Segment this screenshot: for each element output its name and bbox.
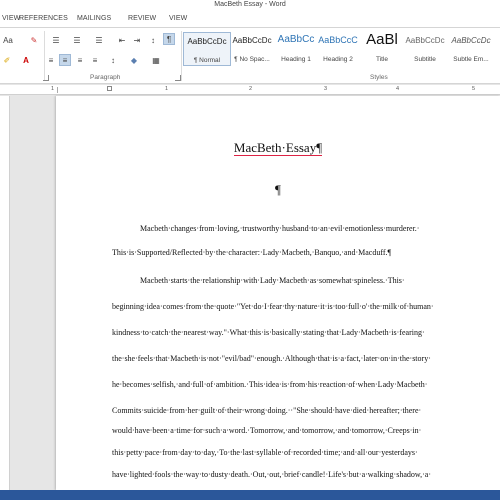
style-sample: AaBl [366, 31, 398, 48]
document-title[interactable]: MacBeth·Essay¶ [56, 140, 500, 156]
paragraph-line: kindness·to·catch·the·nearest·way."·What… [112, 328, 425, 337]
align-left-icon[interactable]: ≡ [45, 54, 57, 66]
style-sample: AaBbCcC [318, 35, 358, 45]
style-subtitle[interactable]: AaBbCcDc Subtitle [401, 32, 449, 66]
paragraph-line: the·she·feels·that·Macbeth·is·not·"evil/… [112, 354, 431, 363]
show-formatting-marks-icon[interactable]: ¶ [163, 33, 175, 45]
vertical-ruler[interactable] [0, 96, 10, 490]
tab-view-left[interactable]: VIEW [2, 14, 20, 24]
ruler-track [57, 87, 500, 93]
tab-references[interactable]: REFERENCES [19, 14, 68, 24]
style-heading-1[interactable]: AaBbCc Heading 1 [272, 32, 320, 66]
paragraph-line: This·is·Supported/Reflected·by·the·chara… [112, 248, 392, 257]
style-name: Subtle Em... [453, 56, 489, 63]
clear-formatting-icon[interactable]: ✎ [28, 34, 40, 46]
highlight-color-icon[interactable]: ✐ [1, 54, 13, 66]
ruler-number: 5 [472, 86, 476, 92]
increase-indent-icon[interactable]: ⇥ [131, 34, 143, 46]
empty-paragraph-mark: ¶ [275, 182, 281, 197]
status-bar [0, 490, 500, 500]
paragraph-line: beginning·idea·comes·from·the·quote·"Yet… [112, 302, 434, 311]
ruler-number: 3 [324, 86, 328, 92]
styles-group-label: Styles [370, 74, 388, 81]
style-name: Subtitle [414, 56, 436, 63]
style-sample: AaBbCcDc [451, 36, 491, 45]
paragraph-line: have·lighted·fools·the·way·to·dusty·deat… [112, 470, 432, 479]
numbering-icon[interactable]: ☰ [71, 34, 83, 46]
paragraph-line: this·petty·pace·from·day·to·day,·To·the·… [112, 448, 418, 457]
tab-review[interactable]: REVIEW [128, 14, 156, 24]
paragraph-line: would·have·been·a·time·for·such·a·word.·… [112, 426, 422, 435]
decrease-indent-icon[interactable]: ⇤ [116, 34, 128, 46]
document-title-text: MacBeth·Essay¶ [233, 140, 323, 156]
document-page[interactable]: MacBeth·Essay¶ ¶ Macbeth·changes·from·lo… [56, 96, 500, 490]
style-name: ¶ No Spac... [234, 56, 270, 63]
style-sample: AaBbCcDc [405, 36, 445, 45]
style-no-spacing[interactable]: AaBbCcDc ¶ No Spac... [228, 32, 276, 66]
change-case-button[interactable]: Aa [1, 34, 15, 46]
ruler-number: 1 [51, 86, 55, 92]
paragraph-line: Macbeth·starts·the·relationship·with·Lad… [140, 276, 405, 285]
separator [181, 31, 182, 81]
paragraph-line: Commits·suicide·from·her·guilt·of·their·… [112, 406, 422, 415]
font-dialog-launcher-icon[interactable] [43, 75, 49, 81]
align-center-icon[interactable]: ≡ [59, 54, 71, 66]
paragraph-line: he·becomes·selfish,·and·full·of·ambition… [112, 380, 428, 389]
tab-mailings[interactable]: MAILINGS [77, 14, 111, 24]
tab-view[interactable]: VIEW [169, 14, 187, 24]
shading-icon[interactable]: ◆ [128, 54, 140, 66]
style-name: Title [375, 56, 389, 63]
borders-icon[interactable]: ▦ [150, 54, 162, 66]
style-heading-2[interactable]: AaBbCcC Heading 2 [314, 32, 362, 66]
bullets-icon[interactable]: ☰ [50, 34, 62, 46]
ribbon: Aa ✎ ✐ A ☰ ☰ ☰ ⇤ ⇥ ↕ ¶ ≡ ≡ ≡ ≡ ↕ ◆ ▦ Par… [0, 27, 500, 84]
paragraph-group-label: Paragraph [90, 74, 121, 81]
style-sample: AaBbCcDc [187, 37, 227, 46]
font-color-icon[interactable]: A [20, 54, 32, 66]
paragraph-line: Macbeth·changes·from·loving,·trustworthy… [140, 224, 420, 233]
window-title: MacBeth Essay - Word [214, 1, 286, 8]
change-case-label: Aa [3, 35, 13, 45]
sort-icon[interactable]: ↕ [147, 34, 159, 46]
style-name: ¶ Normal [193, 57, 221, 64]
justify-icon[interactable]: ≡ [89, 54, 101, 66]
ribbon-tabs: VIEW REFERENCES MAILINGS REVIEW VIEW [0, 11, 500, 27]
horizontal-ruler[interactable]: 1 1 2 3 4 5 [0, 85, 500, 95]
ruler-number: 2 [249, 86, 253, 92]
style-title[interactable]: AaBl Title [358, 31, 406, 66]
style-sample: AaBbCcDc [232, 36, 272, 45]
line-spacing-icon[interactable]: ↕ [107, 54, 119, 66]
multilevel-list-icon[interactable]: ☰ [93, 34, 105, 46]
style-name: Heading 2 [323, 56, 353, 63]
tab-stop-marker[interactable] [107, 86, 112, 91]
style-sample: AaBbCc [277, 34, 315, 45]
ruler-number: 1 [165, 86, 169, 92]
style-normal[interactable]: AaBbCcDc ¶ Normal [183, 32, 231, 66]
style-subtle-emphasis[interactable]: AaBbCcDc Subtle Em... [447, 32, 495, 66]
ruler-number: 4 [396, 86, 400, 92]
align-right-icon[interactable]: ≡ [74, 54, 86, 66]
title-bar: MacBeth Essay - Word [0, 0, 500, 11]
style-name: Heading 1 [281, 56, 311, 63]
